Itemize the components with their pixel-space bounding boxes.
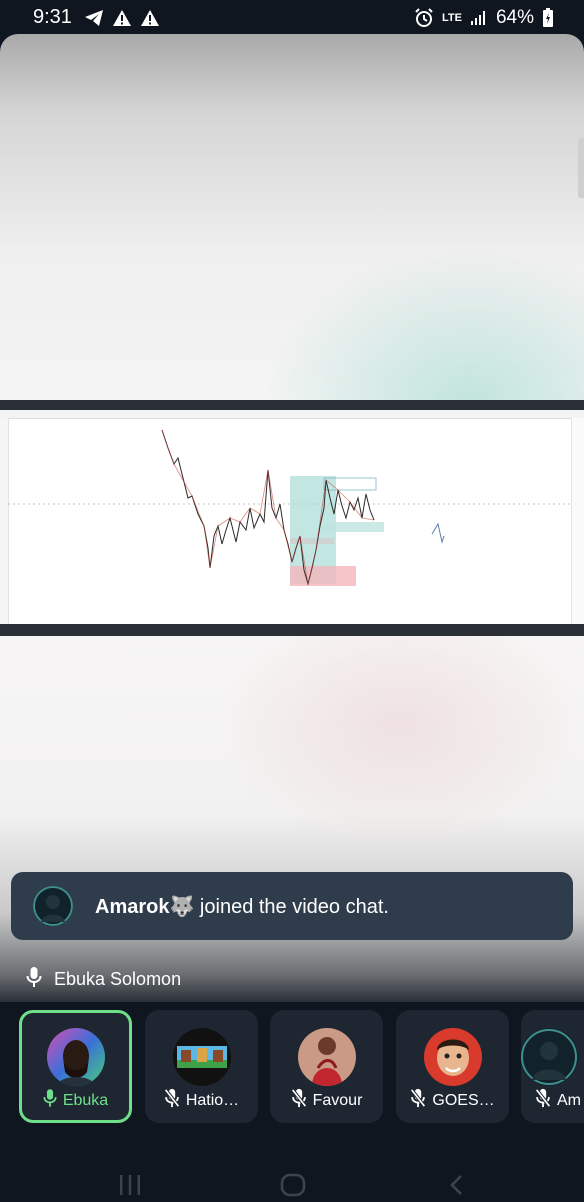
- avatar: [423, 1028, 482, 1086]
- join-notification: Amarok🐺 joined the video chat.: [11, 872, 573, 940]
- participant-name: Ebuka: [62, 1091, 109, 1109]
- battery-icon: [542, 8, 554, 28]
- speaker-name: Ebuka Solomon: [54, 969, 182, 989]
- avatar: [33, 886, 73, 926]
- scroll-handle[interactable]: [578, 138, 584, 198]
- home-icon[interactable]: [280, 1173, 306, 1202]
- shared-screen-chart: [8, 429, 572, 586]
- participant-tile[interactable]: Am: [521, 1010, 584, 1123]
- participant-tile[interactable]: Hatio…: [145, 1010, 258, 1123]
- mic-off-icon: [290, 1088, 307, 1113]
- participant-name: GOES…: [432, 1091, 495, 1109]
- shared-screen-statusbar: [0, 624, 584, 636]
- current-speaker: Ebuka Solomon: [26, 966, 181, 993]
- recents-icon[interactable]: [118, 1174, 142, 1201]
- participant-tile[interactable]: GOES…: [396, 1010, 509, 1123]
- notification-user: Amarok🐺: [95, 896, 195, 918]
- participant-name: Hatio…: [185, 1091, 240, 1109]
- signal-icon: [470, 10, 488, 26]
- telegram-icon: [84, 9, 104, 27]
- navigation-bar: [0, 1132, 584, 1200]
- alert-icon: [140, 9, 160, 27]
- alarm-icon: [414, 8, 434, 28]
- network-label: LTE: [442, 12, 462, 24]
- status-time: 9:31: [33, 6, 72, 28]
- shared-screen-price-scale: [571, 418, 584, 624]
- mic-icon: [26, 966, 42, 993]
- alert-icon: [112, 9, 132, 27]
- avatar: [172, 1028, 231, 1086]
- status-bar: 9:31 LTE 64%: [0, 0, 584, 36]
- back-icon[interactable]: [448, 1174, 464, 1201]
- video-stage[interactable]: [0, 34, 584, 1002]
- mic-off-icon: [410, 1088, 427, 1113]
- mic-off-icon: [535, 1088, 551, 1113]
- battery-percent: 64%: [495, 7, 534, 28]
- avatar: [297, 1028, 356, 1086]
- participant-tile[interactable]: Favour: [270, 1010, 383, 1123]
- mic-icon: [43, 1088, 57, 1113]
- shared-screen-tabbar: [0, 400, 584, 410]
- avatar: [521, 1028, 578, 1086]
- participant-name: Favour: [312, 1091, 363, 1109]
- participant-tile[interactable]: Ebuka: [19, 1010, 132, 1123]
- notification-text: Amarok🐺 joined the video chat.: [95, 894, 389, 919]
- participant-strip[interactable]: Ebuka Hatio… Favour GOES… Am: [0, 1002, 584, 1132]
- shared-screen-video[interactable]: [0, 400, 584, 636]
- avatar: [46, 1028, 105, 1086]
- participant-name: Am: [557, 1091, 581, 1109]
- notification-message: joined the video chat.: [194, 896, 389, 918]
- mic-off-icon: [164, 1088, 180, 1113]
